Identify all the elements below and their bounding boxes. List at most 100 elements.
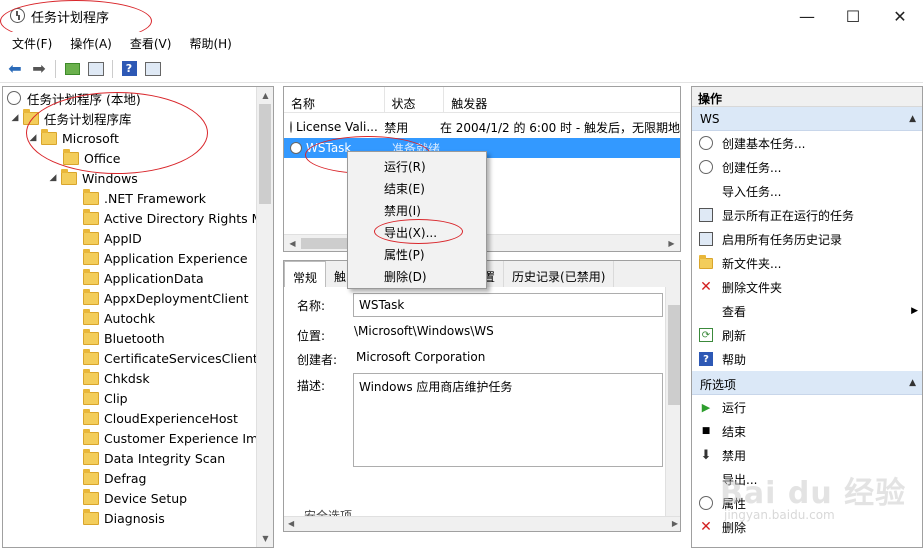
collapse-arrow-icon[interactable]: ▲ (909, 114, 916, 124)
up-folder-button[interactable] (61, 58, 83, 80)
menu-action[interactable]: 操作(A) (58, 32, 118, 54)
running-tasks-icon (699, 208, 713, 222)
folder-icon (83, 448, 99, 465)
actions-header: 操作 (692, 87, 922, 107)
tree-item-label: Diagnosis (104, 510, 165, 526)
name-field[interactable]: WSTask (353, 293, 663, 317)
ctx-end[interactable]: 结束(E) (384, 180, 425, 197)
tree-item-label: .NET Framework (104, 190, 207, 206)
tree-item-label: CloudExperienceHost (104, 410, 238, 426)
blank-icon (699, 472, 713, 486)
column-trigger[interactable]: 触发器 (444, 87, 680, 112)
tree-item-subfolder[interactable]: Bluetooth (83, 328, 165, 348)
column-status[interactable]: 状态 (385, 87, 445, 112)
scroll-up-arrow-icon[interactable]: ▲ (257, 87, 273, 104)
scroll-thumb[interactable] (259, 104, 271, 204)
task-row-license[interactable]: License Vali... 禁用 在 2004/1/2 的 6:00 时 -… (284, 117, 680, 137)
close-button[interactable]: ✕ (877, 0, 923, 32)
tree-item-subfolder[interactable]: Clip (83, 388, 128, 408)
forward-button[interactable]: ➡ (28, 58, 50, 80)
back-button[interactable]: ⬅ (4, 58, 26, 80)
console-tree[interactable]: 任务计划程序 (本地) ◢ 任务计划程序库 ◢ Microsoft Office… (2, 86, 274, 548)
action-delete-folder[interactable]: ✕ 删除文件夹 (692, 275, 922, 299)
tree-item-subfolder[interactable]: Autochk (83, 308, 155, 328)
tree-item-subfolder[interactable]: AppID (83, 228, 142, 248)
toolbar: ⬅ ➡ ? (0, 55, 923, 83)
location-label: 位置: (297, 329, 326, 343)
tree-library[interactable]: ◢ 任务计划程序库 (9, 108, 132, 128)
tab-general[interactable]: 常规 (284, 261, 327, 287)
task-status: 禁用 (384, 120, 409, 135)
action-end[interactable]: ■ 结束 (692, 419, 922, 443)
actions-section-ws[interactable]: WS ▲ (692, 107, 922, 131)
scroll-right-arrow-icon[interactable]: ▶ (672, 519, 678, 528)
baidu-watermark: Bai du 经验 (720, 476, 907, 511)
tree-item-subfolder[interactable]: Chkdsk (83, 368, 150, 388)
minimize-button[interactable]: — (784, 0, 830, 32)
action-view[interactable]: 查看 ▶ (692, 299, 922, 323)
show-hide-tree-button[interactable] (85, 58, 107, 80)
title-bar: 任务计划程序 — ☐ ✕ (0, 0, 923, 32)
folder-icon (83, 328, 99, 345)
tree-windows[interactable]: ◢ Windows (47, 168, 138, 188)
scroll-down-arrow-icon[interactable]: ▼ (257, 530, 273, 547)
action-new-folder[interactable]: 新文件夹... (692, 251, 922, 275)
action-show-running-tasks[interactable]: 显示所有正在运行的任务 (692, 203, 922, 227)
ctx-run[interactable]: 运行(R) (384, 158, 426, 175)
action-label: 运行 (722, 400, 747, 415)
tree-item-subfolder[interactable]: Application Experience (83, 248, 248, 268)
menu-file[interactable]: 文件(F) (0, 32, 58, 54)
tree-item-subfolder[interactable]: .NET Framework (83, 188, 206, 208)
help-button[interactable]: ? (118, 58, 140, 80)
tree-library-label: 任务计划程序库 (44, 111, 132, 127)
collapse-arrow-icon[interactable]: ▲ (909, 378, 916, 388)
scroll-thumb[interactable] (668, 305, 680, 405)
action-create-task[interactable]: 创建任务... (692, 155, 922, 179)
tree-root[interactable]: 任务计划程序 (本地) (7, 88, 141, 108)
action-disable[interactable]: ⬇ 禁用 (692, 443, 922, 467)
tree-vertical-scrollbar[interactable]: ▲ ▼ (256, 87, 273, 547)
tree-item-subfolder[interactable]: Diagnosis (83, 508, 165, 528)
ctx-delete[interactable]: 删除(D) (384, 268, 427, 285)
description-field[interactable]: Windows 应用商店维护任务 (353, 373, 663, 467)
task-name: WSTask (306, 141, 352, 155)
tree-microsoft[interactable]: ◢ Microsoft (27, 128, 119, 148)
ctx-disable[interactable]: 禁用(I) (384, 202, 421, 219)
scroll-left-arrow-icon[interactable]: ◀ (288, 519, 294, 528)
baidu-watermark-url: jingyan.baidu.com (724, 508, 835, 522)
ctx-properties[interactable]: 属性(P) (384, 246, 425, 263)
menu-view[interactable]: 查看(V) (118, 32, 178, 54)
actions-section-selected[interactable]: 所选项 ▲ (692, 371, 922, 395)
show-action-pane-button[interactable] (142, 58, 164, 80)
tree-item-subfolder[interactable]: Customer Experience Impr (83, 428, 271, 448)
tree-item-subfolder[interactable]: AppxDeploymentClient (83, 288, 248, 308)
detail-vertical-scrollbar[interactable] (665, 287, 680, 517)
tree-item-subfolder[interactable]: Device Setup (83, 488, 187, 508)
action-label: 新文件夹... (722, 256, 782, 271)
scroll-left-arrow-icon[interactable]: ◀ (284, 235, 301, 251)
folder-icon (83, 268, 99, 285)
detail-horizontal-scrollbar[interactable]: ◀ ▶ (284, 516, 680, 531)
tree-item-subfolder[interactable]: Data Integrity Scan (83, 448, 225, 468)
tree-office[interactable]: Office (63, 148, 121, 168)
tree-item-label: Customer Experience Impr (104, 430, 272, 446)
action-import-task[interactable]: 导入任务... (692, 179, 922, 203)
ctx-export[interactable]: 导出(X)... (384, 224, 437, 241)
tree-item-subfolder[interactable]: Defrag (83, 468, 146, 488)
action-refresh[interactable]: ⟳ 刷新 (692, 323, 922, 347)
tree-item-label: Data Integrity Scan (104, 450, 226, 466)
tree-item-subfolder[interactable]: Active Directory Rights Ma (83, 208, 270, 228)
scroll-right-arrow-icon[interactable]: ▶ (663, 235, 680, 251)
folder-icon (83, 508, 99, 525)
column-name[interactable]: 名称 (284, 87, 385, 112)
action-help[interactable]: ? 帮助 (692, 347, 922, 371)
action-enable-history[interactable]: 启用所有任务历史记录 (692, 227, 922, 251)
maximize-button[interactable]: ☐ (830, 0, 876, 32)
tab-history[interactable]: 历史记录(已禁用) (504, 261, 615, 287)
tree-item-subfolder[interactable]: CloudExperienceHost (83, 408, 238, 428)
menu-help[interactable]: 帮助(H) (177, 32, 237, 54)
tree-item-subfolder[interactable]: ApplicationData (83, 268, 204, 288)
action-run[interactable]: ▶ 运行 (692, 395, 922, 419)
tree-item-subfolder[interactable]: CertificateServicesClient (83, 348, 258, 368)
action-create-basic-task[interactable]: 创建基本任务... (692, 131, 922, 155)
